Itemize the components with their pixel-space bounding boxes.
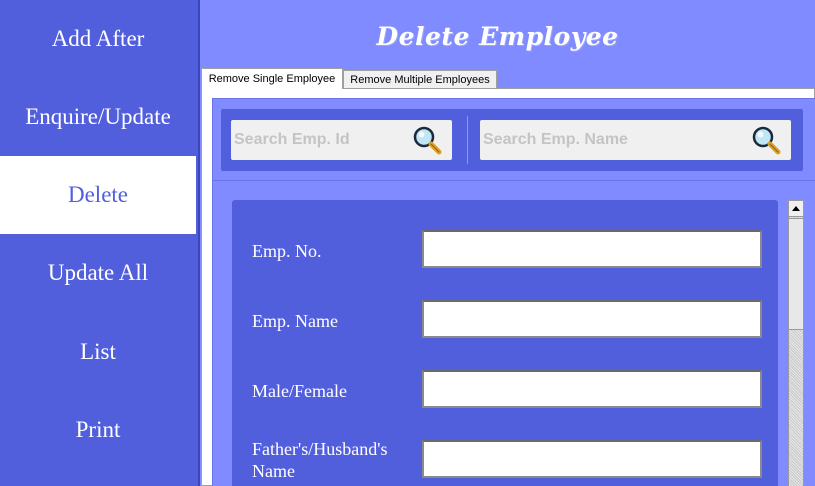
sidebar-item-list[interactable]: List bbox=[0, 313, 196, 391]
sidebar-item-label: Add After bbox=[51, 26, 145, 51]
tab-label: Remove Multiple Employees bbox=[350, 73, 490, 86]
tab-label: Remove Single Employee bbox=[208, 73, 336, 85]
search-emp-name-placeholder: Search Emp. Name bbox=[483, 131, 628, 148]
father-husband-name-label: Father's/Husband's Name bbox=[252, 439, 388, 481]
sidebar-item-label: Delete bbox=[67, 182, 128, 207]
magnifier-icon[interactable] bbox=[410, 124, 444, 158]
search-emp-id-placeholder: Search Emp. Id bbox=[234, 131, 350, 148]
sidebar-item-enquire-update[interactable]: Enquire/Update bbox=[0, 78, 196, 156]
sidebar: Add After Enquire/Update Delete Update A… bbox=[0, 0, 198, 486]
search-emp-id-field[interactable]: Search Emp. Id bbox=[231, 120, 452, 160]
emp-name-field[interactable] bbox=[422, 300, 762, 338]
search-bar: Search Emp. Id Search Emp. Name bbox=[221, 109, 803, 171]
tab-remove-single-employee[interactable]: Remove Single Employee bbox=[201, 68, 343, 89]
sidebar-item-label: Enquire/Update bbox=[25, 104, 171, 129]
magnifier-icon[interactable] bbox=[749, 124, 783, 158]
sidebar-divider bbox=[198, 0, 200, 486]
sidebar-item-label: Update All bbox=[47, 260, 149, 285]
emp-name-label: Emp. Name bbox=[252, 311, 338, 331]
sidebar-item-update-all[interactable]: Update All bbox=[0, 234, 196, 312]
sidebar-item-print[interactable]: Print bbox=[0, 391, 196, 469]
employee-form: Emp. No. Emp. Name Male/Female Father's/… bbox=[232, 200, 778, 486]
scroll-thumb[interactable] bbox=[789, 218, 803, 330]
emp-no-field[interactable] bbox=[422, 230, 762, 268]
panel-content: Search Emp. Id Search Emp. Name Emp. No.… bbox=[212, 98, 815, 486]
sidebar-item-add-after[interactable]: Add After bbox=[0, 0, 196, 78]
tab-panel: Search Emp. Id Search Emp. Name Emp. No.… bbox=[201, 88, 815, 486]
gender-field[interactable] bbox=[422, 370, 762, 408]
tab-remove-multiple-employees[interactable]: Remove Multiple Employees bbox=[343, 70, 497, 89]
page-title: Delete Employee bbox=[376, 22, 619, 51]
search-separator bbox=[467, 116, 468, 164]
vertical-scrollbar[interactable] bbox=[788, 200, 804, 486]
divider bbox=[213, 180, 815, 181]
sidebar-item-label: List bbox=[80, 339, 116, 364]
scroll-up-button[interactable] bbox=[789, 201, 803, 217]
search-emp-name-field[interactable]: Search Emp. Name bbox=[480, 120, 791, 160]
father-husband-name-field[interactable] bbox=[422, 440, 762, 478]
sidebar-item-label: Print bbox=[75, 417, 121, 442]
gender-label: Male/Female bbox=[252, 381, 347, 401]
emp-no-label: Emp. No. bbox=[252, 241, 322, 261]
sidebar-item-delete[interactable]: Delete bbox=[0, 156, 196, 234]
